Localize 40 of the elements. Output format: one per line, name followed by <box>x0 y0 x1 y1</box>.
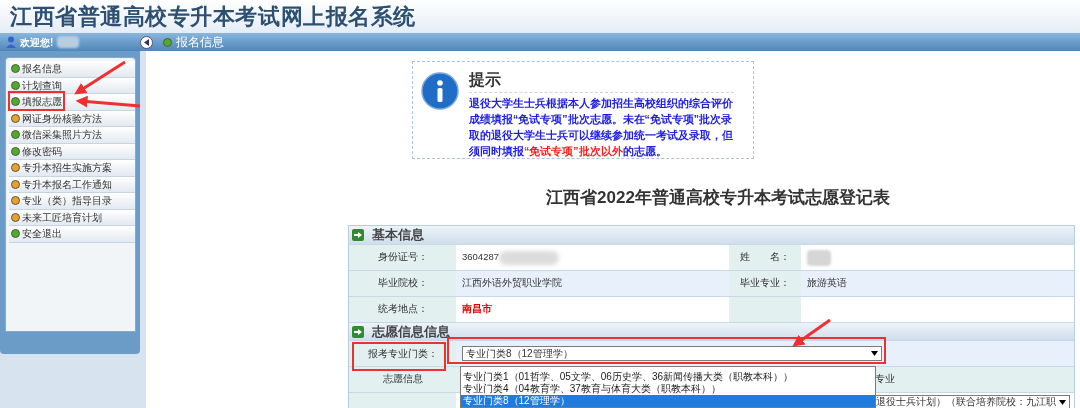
sidebar-item[interactable]: 微信采集照片方法 <box>9 127 135 144</box>
dropdown-option[interactable]: 专业门类1（01哲学、05文学、06历史学、36新闻传播大类（职教本科）） <box>461 371 875 383</box>
field-value: 3604287 <box>462 250 499 265</box>
annotation-box <box>8 91 65 111</box>
system-title: 江西省普通高校专升本考试网上报名系统 <box>10 3 416 31</box>
field-label: 姓 名： <box>740 250 790 265</box>
dropdown-option[interactable]: 专业门类8（12管理学） <box>461 395 875 407</box>
notice-text: 退役大学生士兵根据本人参加招生高校组织的综合评价成绩填报“免试专项”批次志愿。未在“免试专项”批次录取的退役大学生士兵可以继续参加统一考试及录取，但须同时填报“免试专项”批次以外的志愿。 <box>469 96 734 159</box>
left-arrow-icon <box>143 38 150 46</box>
info-icon <box>421 72 459 110</box>
sidebar-item[interactable]: 专升本招生实施方案 <box>9 160 135 177</box>
notice-title: 提示 <box>469 68 734 93</box>
sidebar-item[interactable]: 报名信息 <box>9 61 135 78</box>
field-value: 南昌市 <box>462 302 492 317</box>
form-title: 江西省2022年普通高校专升本考试志愿登记表 <box>546 187 890 209</box>
arrow-right-icon <box>352 325 364 338</box>
user-icon <box>6 36 16 48</box>
field-label: 报考专业门类： <box>367 347 438 361</box>
breadcrumb: 报名信息 <box>176 34 224 51</box>
caret-icon <box>1059 399 1066 405</box>
sidebar-item[interactable]: 安全退出 <box>9 226 135 243</box>
field-value: 江西外语外贸职业学院 <box>462 276 562 291</box>
column-header: 专业 <box>875 372 895 387</box>
caret-icon <box>871 351 878 356</box>
section-header: 基本信息 <box>349 226 1074 244</box>
dropdown-option[interactable]: 专业门类4（04教育学、37教育与体育大类（职教本科）） <box>461 383 875 395</box>
field-value: 旅游英语 <box>807 276 847 291</box>
collapse-button[interactable] <box>140 35 153 49</box>
field-label: 身份证号： <box>377 250 428 265</box>
field-label: 毕业院校： <box>377 276 428 291</box>
field-label: 毕业专业： <box>740 276 790 291</box>
blurred-redaction <box>57 36 80 48</box>
annotation-arrow <box>792 318 831 347</box>
sidebar-item[interactable]: 专业（类）指导目录 <box>9 193 135 210</box>
field-label: 统考地点： <box>377 302 428 317</box>
section-header: 志愿信息信息 <box>349 322 1074 340</box>
welcome-text: 欢迎您! <box>20 35 54 50</box>
category-select[interactable]: 专业门类8（12管理学） <box>462 346 882 361</box>
arrow-right-icon <box>352 229 364 241</box>
column-header: 志愿信息 <box>382 372 423 387</box>
